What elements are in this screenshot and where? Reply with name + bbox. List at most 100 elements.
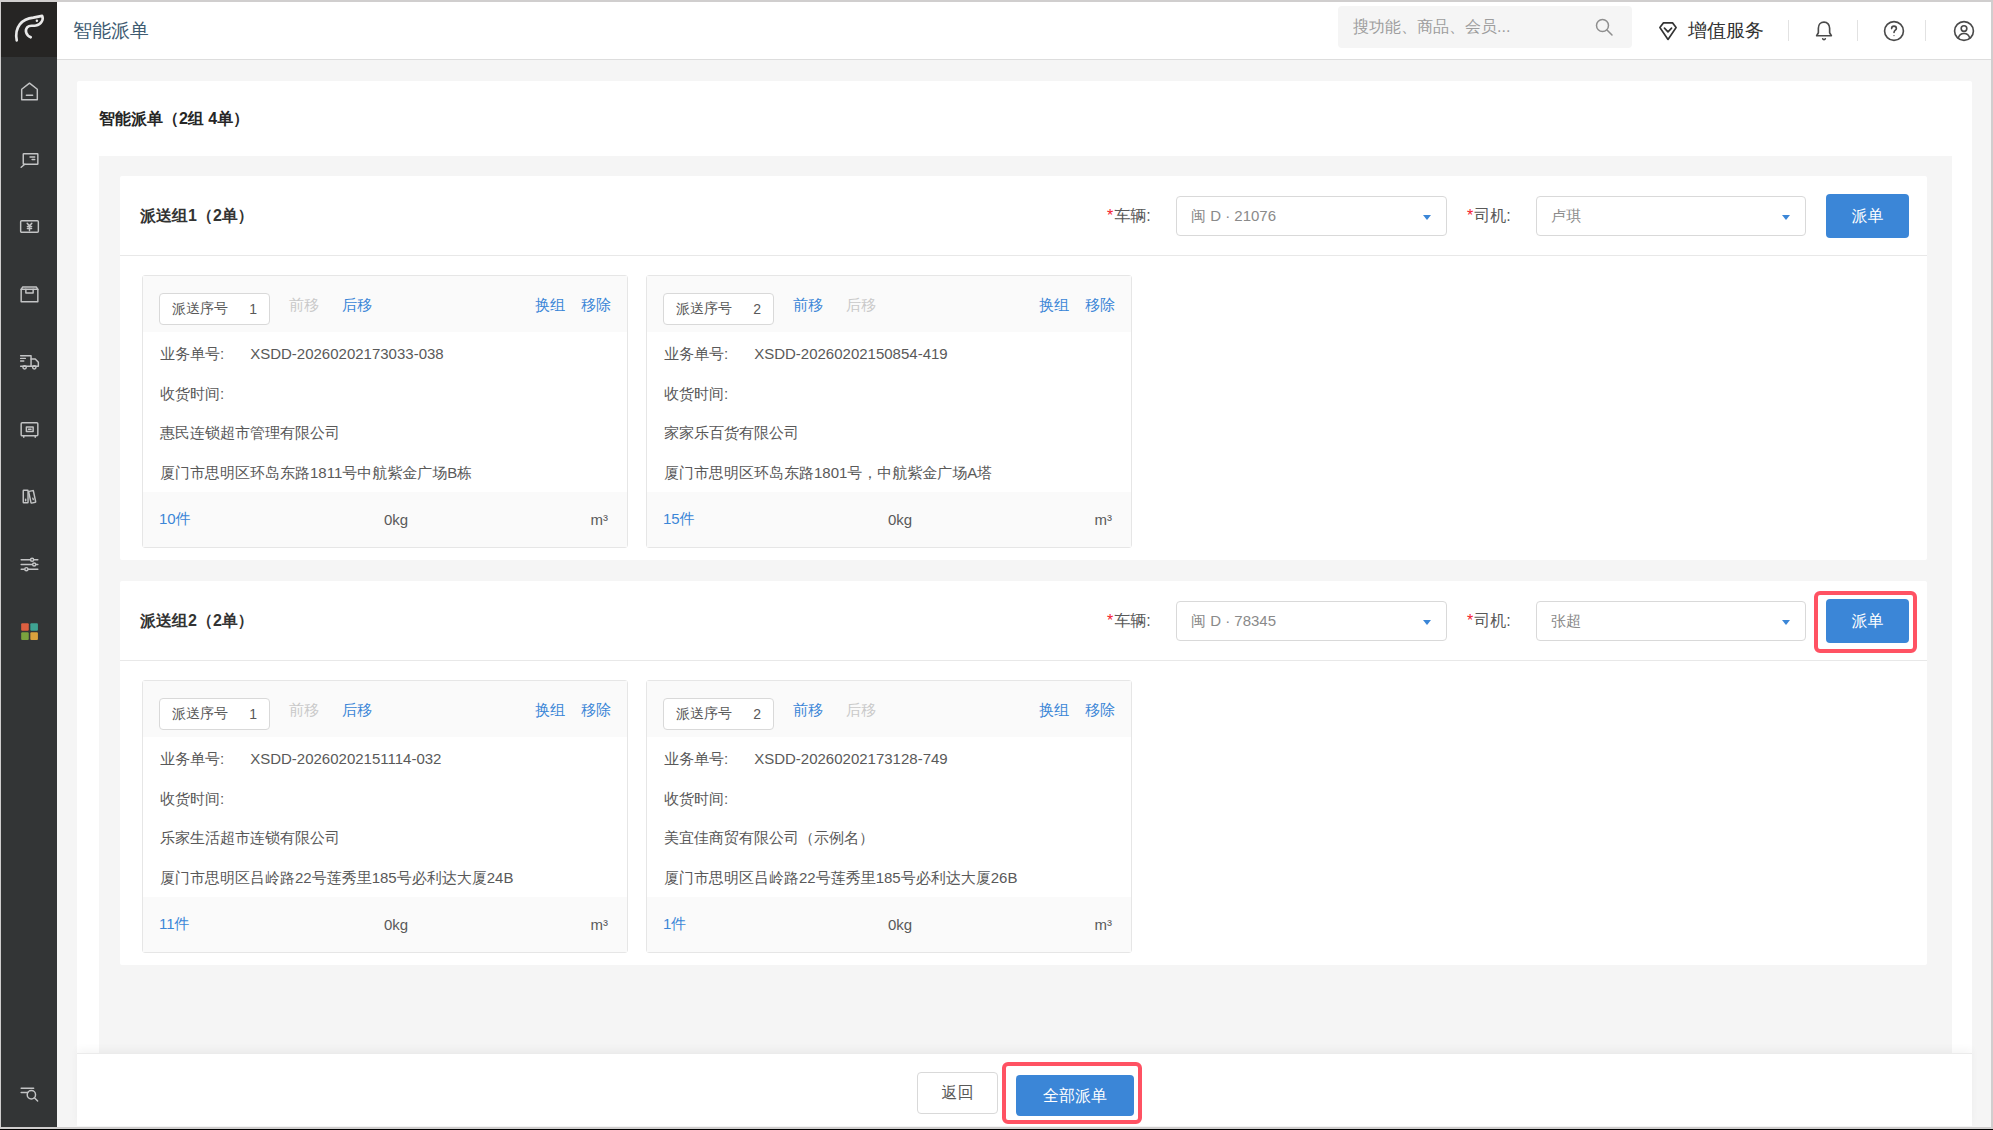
brand-logo[interactable] bbox=[1, 0, 57, 57]
sidebar-item-board[interactable] bbox=[1, 126, 57, 194]
move-up-link[interactable]: 前移 bbox=[793, 681, 823, 738]
sidebar-item-query[interactable] bbox=[1, 1060, 57, 1127]
order-card-header: 派送序号1 前移 后移 换组移除 bbox=[143, 681, 627, 737]
group-1-vehicle-select[interactable]: 闽 D · 21076 bbox=[1176, 196, 1447, 236]
order-card-header: 派送序号2 前移 后移 换组移除 bbox=[647, 681, 1131, 737]
move-up-link[interactable]: 前移 bbox=[793, 276, 823, 333]
dispatch-all-button[interactable]: 全部派单 bbox=[1016, 1075, 1134, 1116]
account-button[interactable] bbox=[1951, 2, 1977, 59]
group-2-dispatch-button[interactable]: 派单 bbox=[1826, 599, 1909, 643]
required-mark: * bbox=[1467, 207, 1473, 224]
remove-link[interactable]: 移除 bbox=[1085, 681, 1115, 738]
receive-time-line: 收货时间: bbox=[160, 374, 610, 414]
receive-time-line: 收货时间: bbox=[160, 779, 610, 819]
customer-line: 乐家生活超市连锁有限公司 bbox=[160, 818, 610, 858]
required-mark: * bbox=[1467, 612, 1473, 629]
package-icon bbox=[17, 282, 42, 307]
weight-value: 0kg bbox=[803, 511, 997, 528]
search-icon[interactable] bbox=[1592, 15, 1616, 39]
user-icon bbox=[1951, 18, 1977, 44]
header-separator bbox=[1857, 20, 1858, 41]
bell-icon bbox=[1811, 18, 1837, 44]
group-2-vehicle-select[interactable]: 闽 D · 78345 bbox=[1176, 601, 1447, 641]
help-button[interactable] bbox=[1881, 2, 1907, 59]
address-line: 厦门市思明区吕岭路22号莲秀里185号必利达大厦24B bbox=[160, 858, 610, 898]
order-card-body: 业务单号:XSDD-20260202173128-749 收货时间: 美宜佳商贸… bbox=[647, 737, 1131, 897]
notifications-button[interactable] bbox=[1811, 2, 1837, 59]
move-up-link[interactable]: 前移 bbox=[289, 276, 319, 333]
whiteboard-icon bbox=[17, 147, 42, 172]
sidebar-item-apps[interactable] bbox=[1, 598, 57, 666]
driver-label: *司机: bbox=[1467, 581, 1511, 661]
move-down-link[interactable]: 后移 bbox=[846, 681, 876, 738]
pieces-link[interactable]: 11件 bbox=[159, 915, 299, 934]
home-icon bbox=[17, 79, 42, 104]
required-mark: * bbox=[1107, 612, 1113, 629]
footer-action-bar: 返回 全部派单 bbox=[77, 1053, 1972, 1126]
move-down-link[interactable]: 后移 bbox=[342, 681, 372, 738]
sidebar-item-home[interactable] bbox=[1, 58, 57, 126]
volume-value: m³ bbox=[997, 916, 1112, 933]
gem-icon bbox=[1655, 18, 1681, 44]
remove-link[interactable]: 移除 bbox=[581, 276, 611, 333]
group-1-header: 派送组1（2单） *车辆: 闽 D · 21076 *司机: 卢琪 派单 bbox=[120, 176, 1927, 256]
sidebar-item-delivery[interactable] bbox=[1, 328, 57, 396]
order-no-line: 业务单号:XSDD-20260202151114-032 bbox=[160, 739, 610, 779]
change-group-link[interactable]: 换组 bbox=[535, 276, 565, 333]
change-group-link[interactable]: 换组 bbox=[1039, 276, 1069, 333]
pieces-link[interactable]: 1件 bbox=[663, 915, 803, 934]
chevron-down-icon bbox=[1423, 620, 1431, 625]
safe-icon bbox=[17, 417, 42, 442]
apps-grid-icon bbox=[17, 619, 42, 644]
order-no-line: 业务单号:XSDD-20260202150854-419 bbox=[664, 334, 1114, 374]
truck-icon bbox=[17, 349, 42, 374]
change-group-link[interactable]: 换组 bbox=[535, 681, 565, 738]
sidebar-item-settings[interactable] bbox=[1, 531, 57, 599]
sidebar-item-safe[interactable] bbox=[1, 396, 57, 464]
order-card-header: 派送序号2 前移 后移 换组移除 bbox=[647, 276, 1131, 332]
address-line: 厦门市思明区环岛东路1811号中航紫金广场B栋 bbox=[160, 453, 610, 493]
receive-time-line: 收货时间: bbox=[664, 374, 1114, 414]
move-up-link[interactable]: 前移 bbox=[289, 681, 319, 738]
move-down-link[interactable]: 后移 bbox=[846, 276, 876, 333]
back-button[interactable]: 返回 bbox=[917, 1072, 998, 1114]
order-card-body: 业务单号:XSDD-20260202151114-032 收货时间: 乐家生活超… bbox=[143, 737, 627, 897]
pieces-link[interactable]: 10件 bbox=[159, 510, 299, 529]
remove-link[interactable]: 移除 bbox=[1085, 276, 1115, 333]
group-2-driver-select[interactable]: 张超 bbox=[1536, 601, 1806, 641]
list-search-icon bbox=[17, 1081, 42, 1106]
receive-time-line: 收货时间: bbox=[664, 779, 1114, 819]
header-title: 智能派单 bbox=[73, 2, 149, 59]
order-card-2-2: 派送序号2 前移 后移 换组移除 业务单号:XSDD-2026020217312… bbox=[646, 680, 1132, 953]
page-title: 智能派单（2组 4单） bbox=[99, 81, 249, 156]
address-line: 厦门市思明区吕岭路22号莲秀里185号必利达大厦26B bbox=[664, 858, 1114, 898]
weight-value: 0kg bbox=[299, 916, 493, 933]
help-icon bbox=[1881, 18, 1907, 44]
group-1-driver-select[interactable]: 卢琪 bbox=[1536, 196, 1806, 236]
change-group-link[interactable]: 换组 bbox=[1039, 681, 1069, 738]
seq-input[interactable]: 派送序号1 bbox=[159, 293, 270, 325]
order-card-1-2: 派送序号2 前移 后移 换组移除 业务单号:XSDD-2026020215085… bbox=[646, 275, 1132, 548]
pieces-link[interactable]: 15件 bbox=[663, 510, 803, 529]
seq-input[interactable]: 派送序号1 bbox=[159, 698, 270, 730]
seq-input[interactable]: 派送序号2 bbox=[663, 293, 774, 325]
value-added-services-label: 增值服务 bbox=[1688, 18, 1764, 44]
order-card-1-1: 派送序号1 前移 后移 换组移除 业务单号:XSDD-2026020217303… bbox=[142, 275, 628, 548]
sidebar-item-money[interactable] bbox=[1, 193, 57, 261]
sidebar-item-books[interactable] bbox=[1, 463, 57, 531]
header-separator bbox=[1788, 20, 1789, 41]
move-down-link[interactable]: 后移 bbox=[342, 276, 372, 333]
books-icon bbox=[17, 484, 42, 509]
value-added-services[interactable]: 增值服务 bbox=[1655, 2, 1764, 59]
order-card-footer: 15件 0kg m³ bbox=[647, 492, 1131, 547]
sidebar-item-package[interactable] bbox=[1, 261, 57, 329]
weight-value: 0kg bbox=[299, 511, 493, 528]
dispatch-group-1: 派送组1（2单） *车辆: 闽 D · 21076 *司机: 卢琪 派单 派送序… bbox=[120, 176, 1927, 560]
remove-link[interactable]: 移除 bbox=[581, 681, 611, 738]
chevron-down-icon bbox=[1782, 215, 1790, 220]
sliders-icon bbox=[17, 552, 42, 577]
seq-input[interactable]: 派送序号2 bbox=[663, 698, 774, 730]
window-edge bbox=[0, 0, 1993, 2]
search-input[interactable] bbox=[1338, 6, 1632, 48]
group-1-dispatch-button[interactable]: 派单 bbox=[1826, 194, 1909, 238]
